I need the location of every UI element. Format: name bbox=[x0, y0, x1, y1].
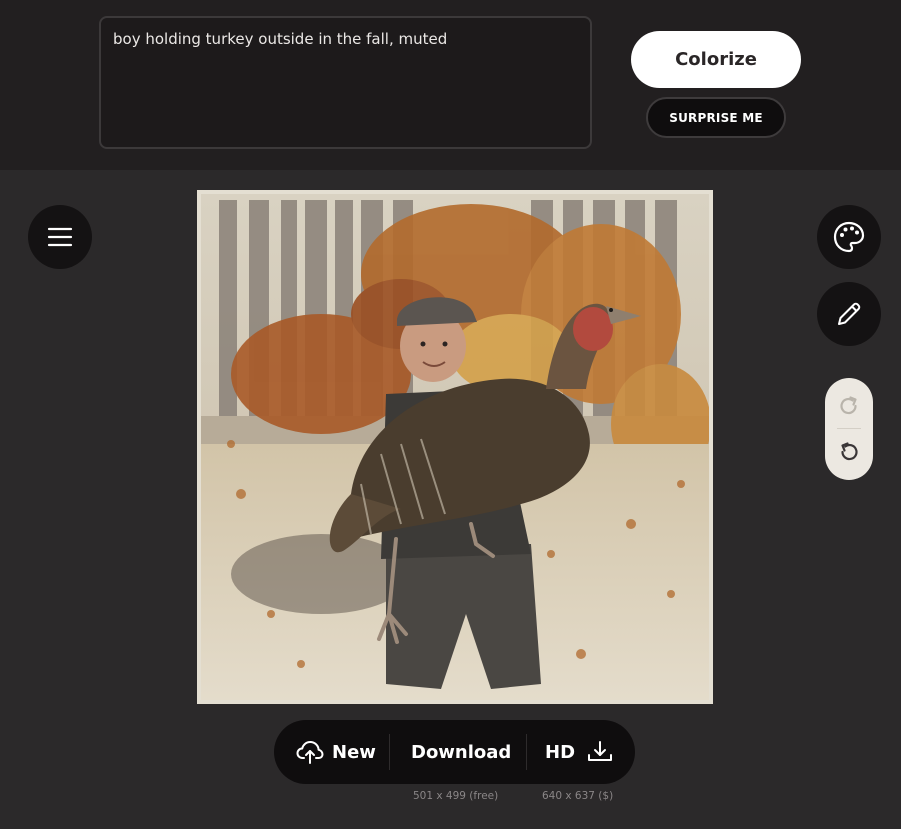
hd-label: HD bbox=[545, 741, 576, 763]
redo-icon[interactable] bbox=[837, 394, 861, 418]
toolbar-divider bbox=[389, 734, 390, 770]
menu-button[interactable] bbox=[28, 205, 92, 269]
palette-button[interactable] bbox=[817, 205, 881, 269]
prompt-input[interactable]: boy holding turkey outside in the fall, … bbox=[99, 16, 592, 149]
free-size-note: 501 x 499 (free) bbox=[413, 790, 499, 802]
history-divider bbox=[837, 428, 861, 429]
new-label: New bbox=[332, 741, 376, 763]
history-panel bbox=[825, 378, 873, 480]
menu-icon bbox=[47, 227, 73, 247]
colorize-button[interactable]: Colorize bbox=[631, 31, 801, 88]
image-frame bbox=[197, 190, 713, 704]
cloud-upload-icon bbox=[296, 741, 324, 764]
colorized-photo bbox=[201, 194, 709, 700]
palette-icon bbox=[833, 221, 865, 253]
undo-icon[interactable] bbox=[837, 440, 861, 464]
toolbar-divider bbox=[526, 734, 527, 770]
download-hd-button[interactable]: HD bbox=[545, 720, 613, 784]
download-icon bbox=[588, 741, 613, 761]
edit-button[interactable] bbox=[817, 282, 881, 346]
bottom-toolbar: New Download HD bbox=[274, 720, 635, 784]
hd-size-note: 640 x 637 ($) bbox=[542, 790, 614, 802]
new-button[interactable]: New bbox=[296, 720, 376, 784]
download-button[interactable]: Download bbox=[411, 720, 511, 784]
pencil-icon bbox=[838, 302, 861, 325]
top-bar: boy holding turkey outside in the fall, … bbox=[0, 0, 901, 170]
surprise-me-button[interactable]: SURPRISE ME bbox=[646, 97, 786, 138]
